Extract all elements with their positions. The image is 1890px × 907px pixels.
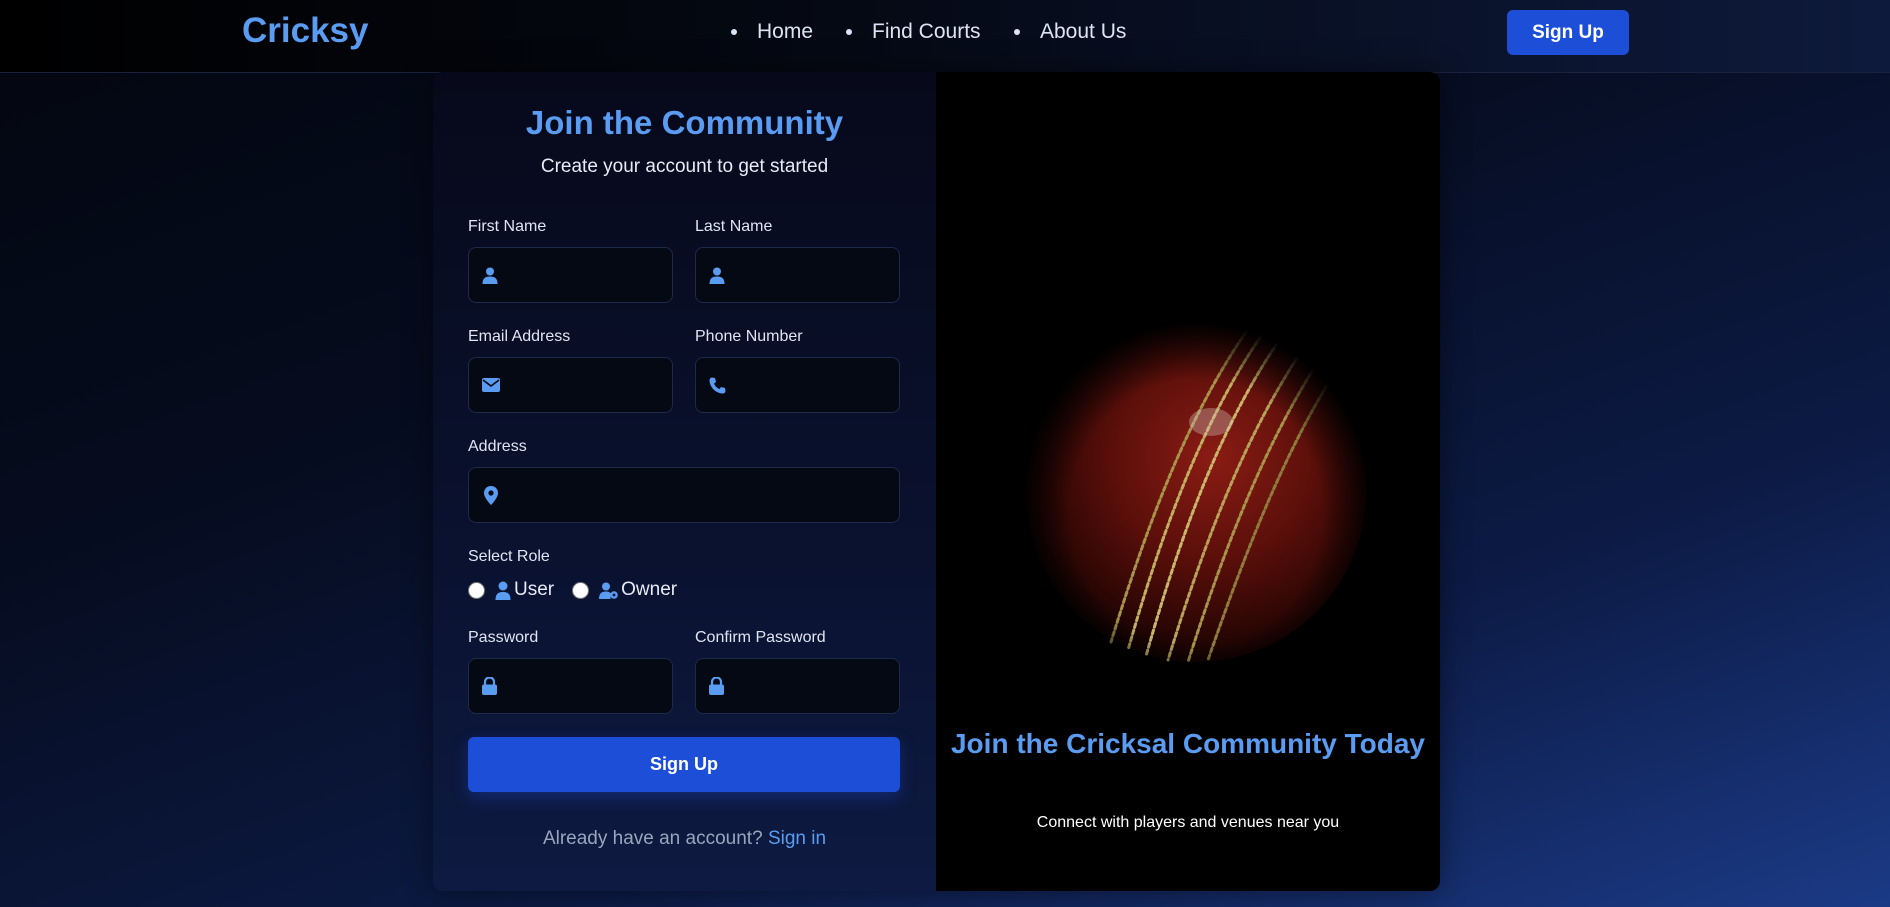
first-name-label: First Name [468, 218, 547, 235]
role-user-label: User [514, 579, 555, 600]
bullet [846, 29, 852, 35]
role-owner-label: Owner [621, 579, 678, 600]
envelope-icon [482, 376, 500, 394]
role-options: User Owner [468, 579, 695, 601]
signin-prompt: Already have an account? [542, 828, 763, 849]
promo-title: Join the Cricksal Community Today [950, 728, 1426, 759]
signup-form: Join the Community Create your account t… [433, 72, 959, 891]
nav-link-label: Home [757, 20, 814, 43]
nav-link-find-courts[interactable]: Find Courts [846, 20, 981, 44]
email-field[interactable] [468, 357, 733, 413]
last-name-label: Last Name [695, 218, 773, 235]
nav-link-label: Find Courts [872, 20, 981, 43]
cricket-ball-image [1016, 322, 1376, 702]
role-option-owner[interactable]: Owner [572, 579, 677, 601]
bullet [731, 29, 737, 35]
lock-icon [482, 677, 497, 695]
role-user-radio[interactable] [468, 581, 485, 599]
phone-field[interactable] [695, 357, 959, 413]
bullet [1014, 29, 1020, 35]
nav-link-home[interactable]: Home [731, 20, 813, 44]
address-label: Address [468, 438, 527, 455]
map-pin-icon [482, 485, 500, 505]
user-icon [495, 581, 511, 600]
confirm-password-input[interactable] [724, 659, 957, 713]
form-title: Join the Community [525, 104, 844, 141]
user-icon [709, 266, 725, 284]
nav-signup-button[interactable]: Sign Up [1507, 10, 1629, 55]
password-field[interactable] [468, 658, 730, 714]
user-icon [482, 266, 498, 284]
address-field[interactable] [468, 467, 900, 523]
signin-link[interactable]: Sign in [768, 828, 826, 849]
promo-panel: Join the Cricksal Community Today Connec… [936, 72, 1440, 891]
phone-icon [709, 376, 726, 394]
role-label: Select Role [468, 548, 550, 565]
signin-row: Already have an account? Sign in [433, 828, 936, 850]
first-name-field[interactable] [468, 247, 731, 303]
email-label: Email Address [468, 328, 571, 345]
phone-label: Phone Number [695, 328, 803, 345]
last-name-input[interactable] [725, 248, 958, 302]
signup-submit-button[interactable]: Sign Up [468, 737, 900, 792]
lock-icon [709, 677, 724, 695]
last-name-field[interactable] [695, 247, 958, 303]
nav-link-label: About Us [1040, 20, 1127, 43]
role-owner-radio[interactable] [572, 581, 590, 599]
signup-card: Join the Community Create your account t… [433, 72, 1440, 891]
user-gear-icon [599, 582, 618, 599]
role-option-user[interactable]: User [468, 579, 554, 601]
address-input[interactable] [500, 468, 899, 522]
navbar: Cricksy Home Find Courts About Us Sign U… [0, 0, 1890, 73]
form-subtitle: Create your account to get started [540, 156, 829, 177]
promo-subtitle: Connect with players and venues near you [1036, 814, 1340, 831]
confirm-password-label: Confirm Password [695, 629, 826, 646]
nav-link-about-us[interactable]: About Us [1014, 20, 1126, 44]
phone-input[interactable] [726, 358, 959, 412]
password-label: Password [468, 629, 539, 646]
confirm-password-field[interactable] [695, 658, 957, 714]
